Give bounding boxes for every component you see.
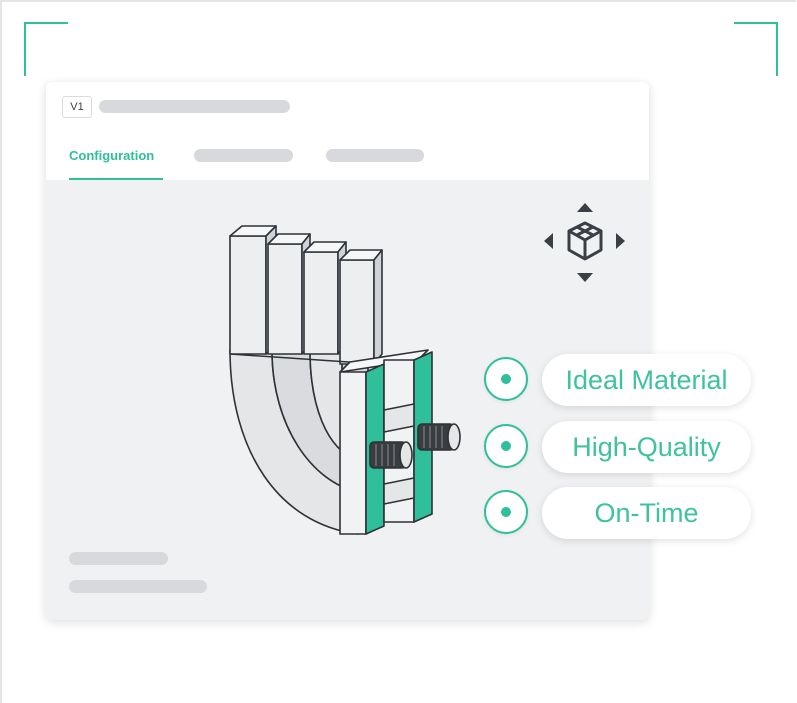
feature-ideal-material: Ideal Material xyxy=(484,354,752,406)
view-cube-icon xyxy=(567,221,603,261)
view-navigator[interactable] xyxy=(540,198,630,288)
radio-dot-icon xyxy=(484,490,528,534)
feature-label: On-Time xyxy=(542,487,751,539)
footer-placeholder-1 xyxy=(69,552,168,565)
radio-dot-icon xyxy=(484,357,528,401)
feature-high-quality: High-Quality xyxy=(484,421,752,473)
title-placeholder xyxy=(99,100,290,113)
radio-dot-icon xyxy=(484,424,528,468)
arrow-right-icon xyxy=(616,233,625,249)
arrow-up-icon xyxy=(577,203,593,212)
tab-placeholder-3[interactable] xyxy=(326,149,424,162)
feature-label: High-Quality xyxy=(542,421,751,473)
corner-accent-top-right xyxy=(734,22,778,76)
arrow-left-icon xyxy=(544,233,553,249)
part-3d-model[interactable] xyxy=(218,214,478,544)
corner-accent-top-left xyxy=(24,22,68,76)
feature-label: Ideal Material xyxy=(542,354,751,406)
feature-on-time: On-Time xyxy=(484,487,752,539)
arrow-down-icon xyxy=(577,273,593,282)
version-badge[interactable]: V1 xyxy=(62,96,92,118)
footer-placeholder-2 xyxy=(69,580,207,593)
tab-configuration[interactable]: Configuration xyxy=(69,148,154,163)
tab-placeholder-2[interactable] xyxy=(194,149,293,162)
